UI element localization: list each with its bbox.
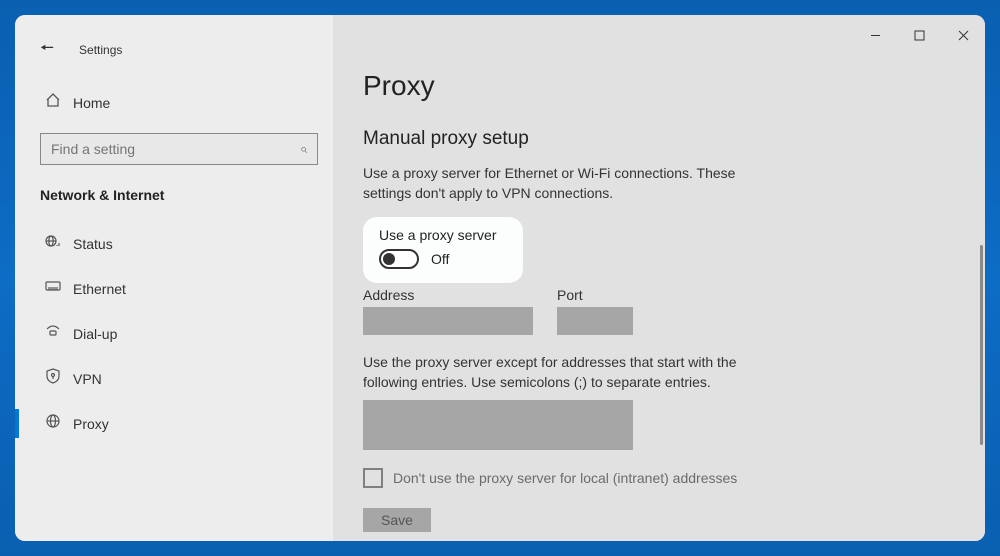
- toggle-label: Use a proxy server: [379, 227, 503, 243]
- local-checkbox[interactable]: [363, 468, 383, 488]
- sidebar-item-status[interactable]: Status: [15, 221, 333, 266]
- close-button[interactable]: [941, 15, 985, 55]
- sidebar-category: Network & Internet: [15, 165, 333, 213]
- bypass-textarea[interactable]: [363, 400, 633, 450]
- ethernet-icon: [45, 278, 73, 299]
- section-title: Manual proxy setup: [363, 128, 945, 150]
- toggle-state: Off: [431, 251, 449, 267]
- sidebar: 🠔 Settings Home ⌕ Network & Internet: [15, 15, 333, 541]
- port-input[interactable]: [557, 307, 633, 335]
- sidebar-item-dialup[interactable]: Dial-up: [15, 311, 333, 356]
- proxy-toggle[interactable]: [379, 249, 419, 269]
- proxy-fields: Address Port: [363, 287, 945, 335]
- shield-lock-icon: [45, 368, 73, 389]
- scrollbar[interactable]: [980, 245, 983, 445]
- bypass-description: Use the proxy server except for addresse…: [363, 353, 783, 392]
- globe-icon: [45, 413, 73, 434]
- toggle-knob: [383, 253, 395, 265]
- dialup-icon: [45, 323, 73, 344]
- address-field-group: Address: [363, 287, 533, 335]
- back-arrow-icon[interactable]: 🠔: [40, 37, 54, 64]
- home-label: Home: [73, 95, 110, 111]
- sidebar-item-proxy[interactable]: Proxy: [15, 401, 333, 446]
- settings-window: 🠔 Settings Home ⌕ Network & Internet: [15, 15, 985, 541]
- port-label: Port: [557, 287, 633, 303]
- header-bar: 🠔 Settings: [15, 30, 333, 70]
- home-icon: [45, 92, 73, 113]
- maximize-button[interactable]: [897, 15, 941, 55]
- sidebar-item-label: Proxy: [73, 416, 109, 432]
- search-box[interactable]: ⌕: [40, 133, 318, 165]
- section-description: Use a proxy server for Ethernet or Wi-Fi…: [363, 164, 763, 203]
- proxy-toggle-card: Use a proxy server Off: [363, 217, 523, 283]
- search-icon: ⌕: [300, 141, 307, 157]
- window-controls: [853, 15, 985, 55]
- local-checkbox-row: Don't use the proxy server for local (in…: [363, 468, 945, 488]
- settings-title: Settings: [79, 43, 122, 57]
- local-checkbox-label: Don't use the proxy server for local (in…: [393, 470, 737, 486]
- sidebar-item-ethernet[interactable]: Ethernet: [15, 266, 333, 311]
- sidebar-item-home[interactable]: Home: [15, 82, 333, 123]
- address-label: Address: [363, 287, 533, 303]
- search-input[interactable]: [51, 141, 300, 157]
- sidebar-item-label: Ethernet: [73, 281, 126, 297]
- sidebar-item-vpn[interactable]: VPN: [15, 356, 333, 401]
- address-input[interactable]: [363, 307, 533, 335]
- main-content: Proxy Manual proxy setup Use a proxy ser…: [333, 15, 985, 541]
- toggle-row: Off: [379, 249, 503, 269]
- page-title: Proxy: [363, 70, 945, 102]
- minimize-button[interactable]: [853, 15, 897, 55]
- save-button[interactable]: Save: [363, 508, 431, 532]
- sidebar-item-label: Status: [73, 236, 113, 252]
- sidebar-item-label: VPN: [73, 371, 102, 387]
- port-field-group: Port: [557, 287, 633, 335]
- globe-bars-icon: [45, 233, 73, 254]
- sidebar-nav: Status Ethernet: [15, 221, 333, 446]
- sidebar-item-label: Dial-up: [73, 326, 117, 342]
